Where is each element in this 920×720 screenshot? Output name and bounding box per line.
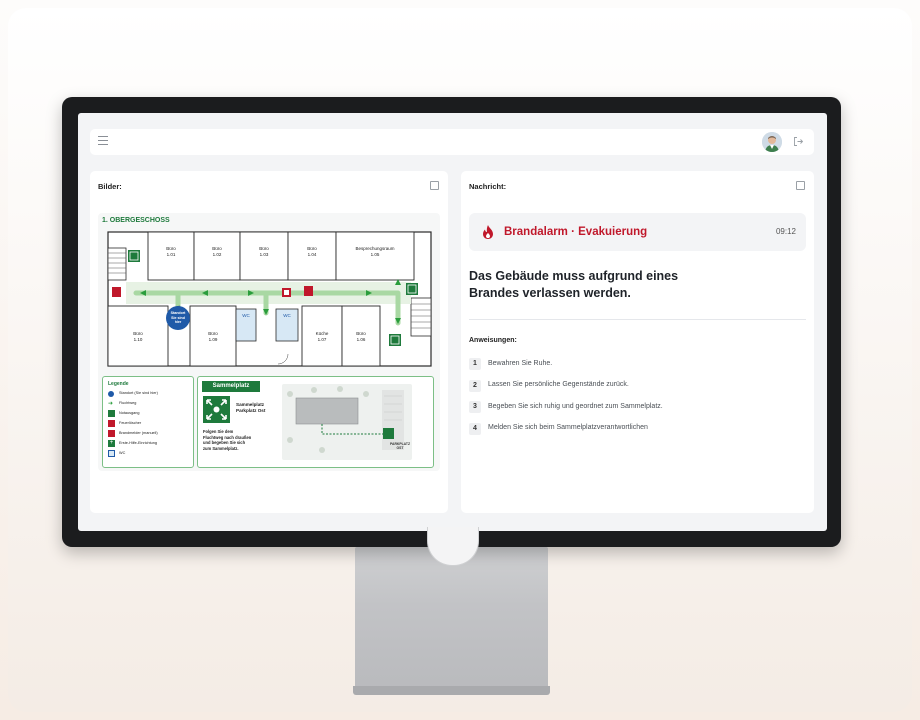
instruction-number: 3	[469, 401, 481, 413]
legend-item: WC	[108, 450, 192, 460]
wc-icon	[108, 450, 115, 457]
instruction-number: 2	[469, 379, 481, 392]
fire-alarm-icon	[282, 288, 291, 297]
instruction-number: 1	[469, 358, 481, 370]
alarm-time: 09:12	[775, 227, 796, 236]
sammelplatz-title: Sammelplatz	[202, 381, 260, 392]
instruction-item: 2 Lassen Sie persönliche Gegenstände zur…	[469, 379, 799, 402]
stairs-right-icon	[410, 297, 432, 337]
hamburger-icon[interactable]	[98, 136, 108, 148]
legend-item: Notausgang	[108, 410, 192, 420]
floor-plan-image[interactable]: 1. OBERGESCHOSS Büro 1.01 Büro 1.02 Büro…	[98, 213, 440, 471]
legend-box: Legende Standort (Sie sind hier) ➜ Flucht…	[102, 376, 194, 468]
message-headline: Das Gebäude muss aufgrund eines Brandes …	[469, 269, 679, 300]
map-label: PARKPLATZ OST	[389, 442, 411, 451]
instruction-number: 4	[469, 422, 481, 435]
room-label: Besprechungsraum 1.05	[355, 246, 395, 257]
legend-list: Standort (Sie sind hier) ➜ Fluchtweg Nota…	[108, 390, 192, 460]
instruction-text: Lassen Sie persönliche Gegenstände zurüc…	[488, 381, 629, 388]
expand-icon[interactable]	[796, 181, 805, 190]
instruction-item: 1 Bewahren Sie Ruhe.	[469, 358, 799, 380]
instructions-title: Anweisungen:	[469, 337, 517, 344]
message-panel-title: Nachricht:	[469, 182, 507, 191]
alarm-banner: Brandalarm · Evakuierung 09:12	[469, 213, 806, 251]
flame-icon	[483, 225, 493, 239]
emergency-exit-icon	[108, 410, 115, 417]
images-panel: Bilder: 1. OBERGESCHOSS Büro 1.01 Büro 1…	[90, 171, 448, 513]
logout-icon[interactable]	[793, 136, 804, 147]
sammelplatz-name: Sammelplatz Parkplatz Ost	[236, 402, 266, 413]
first-aid-icon: +	[108, 440, 115, 447]
sammelplatz-description: Folgen Sie dem Fluchtweg nach draußen und …	[203, 429, 252, 451]
room-label: WC	[283, 313, 291, 318]
message-panel: Nachricht: Brandalarm · Evakuierung 09:1…	[461, 171, 814, 513]
room-label: Büro 1.01	[166, 246, 176, 257]
room-label: WC	[242, 313, 250, 318]
legend-item: Brandmelder (manuell)	[108, 430, 192, 440]
monitor: Bilder: 1. OBERGESCHOSS Büro 1.01 Büro 1…	[62, 97, 841, 547]
room-label: Büro 1.02	[212, 246, 222, 257]
divider	[469, 319, 806, 320]
room-label: Büro 1.09	[208, 331, 218, 342]
room-label: Büro 1.04	[307, 246, 317, 257]
instruction-text: Begeben Sie sich ruhig und geordnet zum …	[488, 402, 663, 410]
sammelplatz-box: Sammelplatz Sammelplatz Parkplatz Ost Fol…	[197, 376, 434, 468]
instruction-text: Bewahren Sie Ruhe.	[488, 359, 553, 367]
instruction-text: Melden Sie sich beim Sammelplatzverantwo…	[488, 424, 648, 431]
room-label: Büro 1.10	[133, 331, 143, 342]
screen: Bilder: 1. OBERGESCHOSS Büro 1.01 Büro 1…	[78, 113, 827, 531]
arrow-right-icon: ➜	[108, 401, 114, 407]
legend-item: Feuerlöscher	[108, 420, 192, 430]
standort-icon	[108, 391, 114, 397]
monitor-stand	[355, 547, 548, 692]
monitor-stand-base	[353, 686, 550, 695]
room-label: Küche 1.07	[315, 331, 329, 342]
assembly-point-icon	[203, 396, 230, 423]
expand-icon[interactable]	[430, 181, 439, 190]
alarm-title: Brandalarm · Evakuierung	[504, 226, 648, 238]
legend-item: + Erste-Hilfe-Einrichtung	[108, 440, 157, 447]
top-bar	[90, 129, 814, 155]
stairs-left-icon	[107, 247, 127, 281]
legend-item: Standort (Sie sind hier)	[108, 390, 192, 400]
instruction-item: 4 Melden Sie sich beim Sammelplatzverant…	[469, 422, 799, 445]
images-panel-title: Bilder:	[98, 182, 122, 191]
instructions-list: 1 Bewahren Sie Ruhe. 2 Lassen Sie persön…	[469, 358, 799, 444]
instruction-item: 3 Begeben Sie sich ruhig und geordnet zu…	[469, 401, 799, 423]
legend-title: Legende	[108, 381, 129, 387]
room-label: Büro 1.03	[259, 246, 269, 257]
user-avatar[interactable]	[762, 132, 782, 152]
legend-item: ➜ Fluchtweg	[108, 401, 137, 407]
room-label: Büro 1.06	[356, 331, 366, 342]
fire-extinguisher-icon	[108, 420, 115, 427]
fire-alarm-icon	[108, 430, 115, 437]
standort-label: Standort Sie sind hier	[170, 311, 186, 325]
